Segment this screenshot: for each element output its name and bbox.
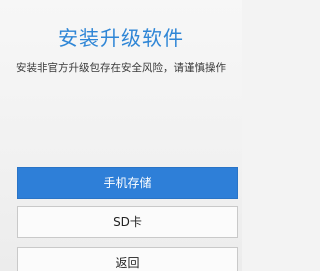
phone-storage-button[interactable]: 手机存储 (17, 167, 238, 199)
security-warning-text: 安装非官方升级包存在安全风险，请谨慎操作 (16, 62, 226, 74)
sd-card-button[interactable]: SD卡 (17, 206, 238, 238)
dialog-title: 安装升级软件 (58, 26, 184, 50)
back-button[interactable]: 返回 (17, 247, 238, 271)
install-upgrade-dialog: 安装升级软件 安装非官方升级包存在安全风险，请谨慎操作 手机存储 SD卡 返回 (0, 0, 242, 271)
